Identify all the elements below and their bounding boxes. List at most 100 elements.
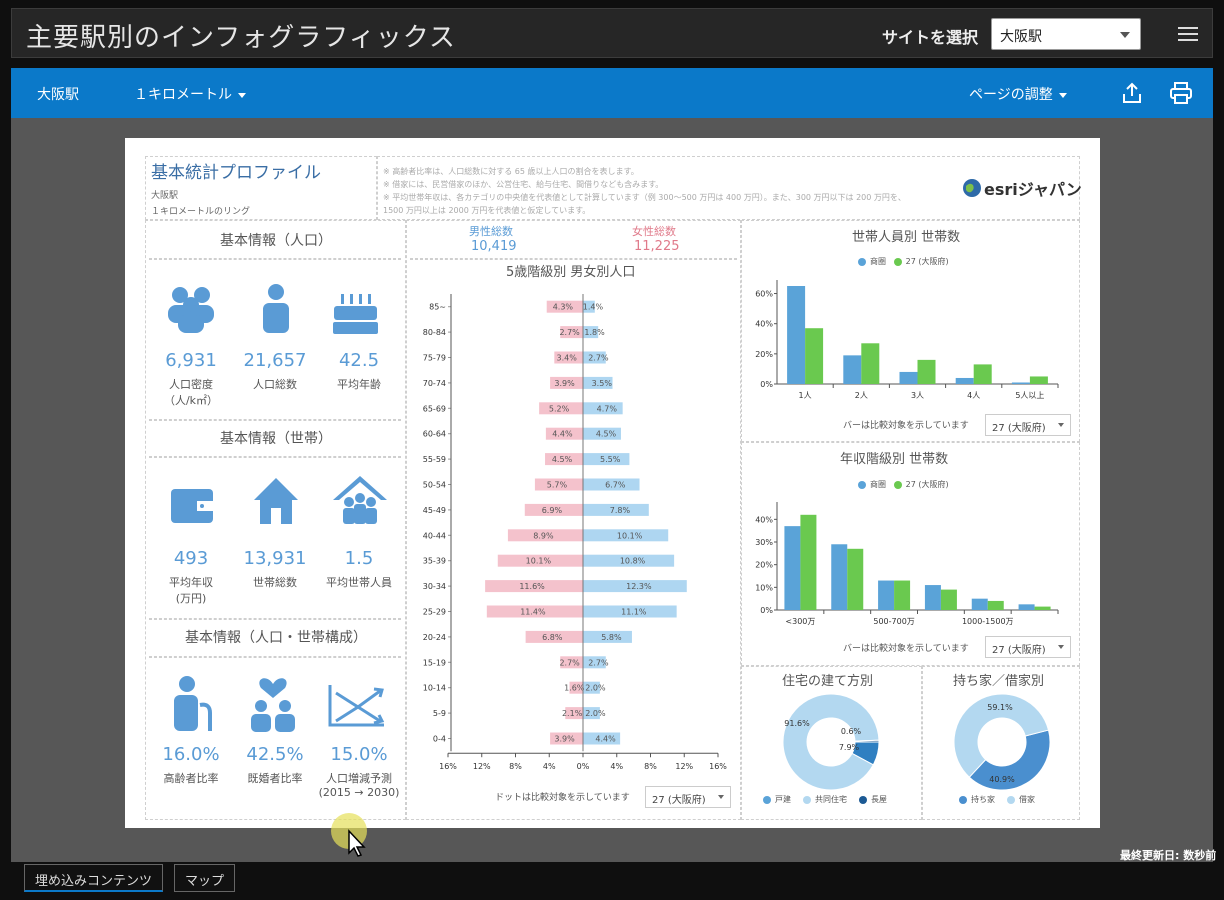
age-label: 50-54 bbox=[423, 481, 446, 490]
app-title: 主要駅別のインフォグラフィックス bbox=[26, 23, 456, 53]
x-tick-label: 16% bbox=[709, 762, 727, 771]
female-value-label: 2.7% bbox=[588, 658, 609, 667]
female-value-label: 4.7% bbox=[597, 404, 618, 413]
esri-logo: esriジャパン bbox=[984, 180, 1082, 199]
stat-label: 人口総数 bbox=[253, 378, 297, 391]
ownership-donut: 40.9% 59.1% bbox=[953, 693, 1051, 791]
birthday-cake-icon bbox=[333, 294, 378, 334]
bar-compare bbox=[894, 580, 911, 610]
app-header: 主要駅別のインフォグラフィックス サイトを選択 大阪駅 bbox=[11, 8, 1213, 58]
y-tick-label: 20% bbox=[755, 561, 773, 570]
stat-label: 既婚者比率 bbox=[247, 772, 303, 785]
print-icon[interactable] bbox=[1169, 82, 1193, 104]
male-value-label: 3.9% bbox=[554, 379, 575, 388]
legend-label: 戸建 bbox=[775, 795, 791, 804]
y-tick-label: 10% bbox=[755, 583, 773, 592]
bar-area bbox=[831, 544, 848, 610]
radius-dropdown[interactable]: １キロメートル bbox=[134, 84, 246, 104]
female-value-label: 1.8% bbox=[584, 328, 605, 337]
bar-area bbox=[787, 286, 806, 384]
male-value-label: 11.6% bbox=[519, 582, 545, 591]
bar-compare bbox=[917, 359, 936, 384]
age-label: 60-64 bbox=[423, 430, 446, 439]
house-icon bbox=[254, 478, 298, 524]
legend-dot-b bbox=[893, 480, 902, 489]
bar-area bbox=[899, 371, 918, 384]
bar-compare bbox=[805, 328, 824, 384]
menu-icon[interactable] bbox=[1178, 23, 1200, 45]
last-updated: 最終更新日: 数秒前 bbox=[1120, 849, 1217, 862]
hh-size-title: 世帯人員別 世帯数 bbox=[852, 230, 961, 245]
share-icon[interactable] bbox=[1121, 82, 1143, 104]
note-3: ※ 平均世帯年収は、各カテゴリの中央値を代表値として計算しています（例 300～… bbox=[383, 193, 906, 202]
hh-legend: 商圏 27 (大阪府) bbox=[858, 256, 949, 267]
y-tick-label: 20% bbox=[755, 350, 773, 359]
ownership-legend: 持ち家 借家 bbox=[959, 794, 1047, 805]
legend-a: 商圏 bbox=[870, 480, 886, 489]
legend-dot bbox=[859, 795, 867, 804]
female-value-label: 12.3% bbox=[626, 582, 652, 591]
legend-label: 共同住宅 bbox=[815, 795, 847, 804]
report-stage: 基本統計プロファイル 大阪駅 １キロメートルのリング ※ 高齢者比率は、人口総数… bbox=[11, 118, 1213, 862]
married-couple-icon bbox=[251, 678, 295, 732]
divider bbox=[149, 618, 401, 620]
male-total-value: 10,419 bbox=[471, 239, 517, 254]
caret-down-icon bbox=[1058, 92, 1067, 98]
age-label: 35-39 bbox=[423, 557, 446, 566]
stat-label: 平均年収 bbox=[169, 576, 213, 589]
legend-dot bbox=[1007, 795, 1015, 804]
hh-size-chart: 0% 20% 40% 60% 1人 2人 3人 4人 5人以上 bbox=[755, 280, 1059, 400]
income-compare-dropdown[interactable]: 27 (大阪府) bbox=[985, 636, 1071, 658]
chevron-down-icon bbox=[718, 795, 724, 799]
male-value-label: 5.2% bbox=[549, 404, 570, 413]
income-chart: 0% 10% 20% 30% 40% <300万 500-700万 1000-1500万 bbox=[755, 502, 1059, 626]
age-label: 70-74 bbox=[423, 379, 446, 388]
dropdown-value: 27 (大阪府) bbox=[992, 423, 1046, 434]
pyramid-title: 5歳階級別 男女別人口 bbox=[506, 265, 636, 280]
x-tick-label: 8% bbox=[509, 762, 522, 771]
station-tab[interactable]: 大阪駅 bbox=[37, 84, 79, 104]
site-select-label: サイトを選択 bbox=[882, 28, 979, 47]
bar-compare bbox=[847, 548, 864, 610]
female-value-label: 5.5% bbox=[600, 455, 621, 464]
bar-area bbox=[971, 598, 988, 610]
bar-compare bbox=[1029, 376, 1048, 384]
page-adjust-dropdown[interactable]: ページの調整 bbox=[969, 84, 1067, 104]
male-value-label: 2.7% bbox=[559, 328, 580, 337]
legend-dot-a bbox=[858, 257, 866, 266]
dropdown-value: 27 (大阪府) bbox=[652, 795, 706, 806]
stat-label: 人口増減予測 bbox=[326, 772, 392, 785]
chevron-down-icon bbox=[1058, 423, 1064, 427]
site-select[interactable]: 大阪駅 bbox=[991, 18, 1141, 50]
trend-chart-icon bbox=[328, 685, 385, 727]
legend-dot bbox=[763, 795, 771, 804]
stat-value: 42.5% bbox=[246, 744, 304, 765]
x-tick-label: 8% bbox=[644, 762, 657, 771]
globe-icon bbox=[963, 179, 981, 197]
caret-down-icon bbox=[238, 92, 246, 98]
app-window: 主要駅別のインフォグラフィックス サイトを選択 大阪駅 大阪駅 １キロメートル … bbox=[0, 0, 1224, 900]
male-value-label: 4.3% bbox=[553, 303, 574, 312]
pyramid-compare-dropdown[interactable]: 27 (大阪府) bbox=[645, 786, 731, 808]
family-house-icon bbox=[333, 476, 387, 524]
bar-compare bbox=[973, 364, 992, 384]
bar-compare bbox=[1034, 606, 1051, 610]
x-tick-label: 5人以上 bbox=[1015, 391, 1044, 400]
tab-map[interactable]: マップ bbox=[174, 864, 236, 892]
hh-compare-dropdown[interactable]: 27 (大阪府) bbox=[985, 414, 1071, 436]
female-value-label: 4.5% bbox=[596, 430, 617, 439]
section-pop-title: 基本情報（人口） bbox=[220, 233, 332, 249]
bar-area bbox=[843, 355, 862, 384]
stat-sublabel: (万円) bbox=[175, 592, 207, 605]
y-tick-label: 60% bbox=[755, 290, 773, 299]
female-value-label: 2.0% bbox=[585, 709, 606, 718]
slice-label: 40.9% bbox=[989, 775, 1015, 784]
infographic-page: 基本統計プロファイル 大阪駅 １キロメートルのリング ※ 高齢者比率は、人口総数… bbox=[125, 138, 1100, 828]
x-tick-label: 1人 bbox=[799, 391, 812, 400]
age-label: 0-4 bbox=[433, 735, 446, 744]
female-value-label: 6.7% bbox=[605, 481, 626, 490]
stat-value: 13,931 bbox=[243, 548, 307, 569]
x-tick-label: 12% bbox=[473, 762, 491, 771]
tab-embedded-content[interactable]: 埋め込みコンテンツ bbox=[24, 864, 164, 892]
x-tick-label: 500-700万 bbox=[873, 617, 914, 626]
